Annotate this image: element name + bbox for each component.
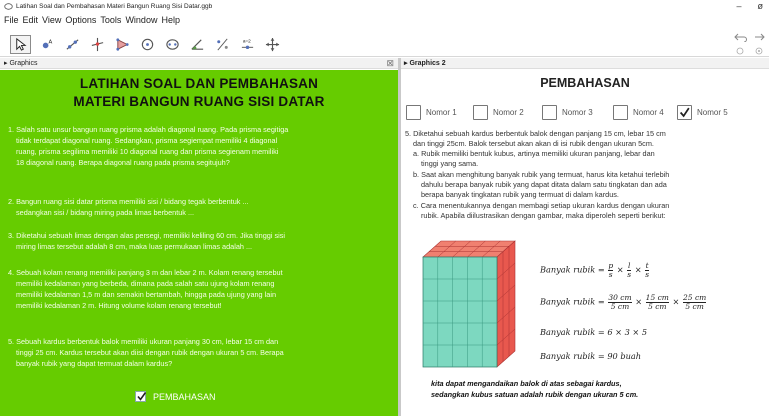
- menu-file[interactable]: File: [4, 13, 19, 27]
- question-5: 5. Sebuah kardus berbentuk balok memilik…: [8, 337, 284, 368]
- solution-title: PEMBAHASAN: [540, 76, 630, 90]
- close-icon[interactable]: ⊠: [386, 58, 394, 69]
- question-1: 1. Salah satu unsur bangun ruang prisma …: [8, 125, 289, 167]
- solution-line: tinggi yang sama.: [421, 159, 479, 168]
- question-3: 3. Diketahui sebuah limas dengan alas pe…: [8, 231, 286, 251]
- solution-line: berapa banyak tingkatan rubik yang termu…: [421, 190, 619, 199]
- checkbox-label: Nomor 1: [426, 108, 457, 117]
- gear-icon[interactable]: [755, 47, 763, 55]
- svg-text:a=2: a=2: [243, 39, 251, 44]
- checkbox-box[interactable]: [473, 105, 488, 120]
- nomor-3-checkbox[interactable]: Nomor 3: [542, 105, 593, 120]
- svg-text:A: A: [48, 40, 52, 46]
- title-bar: Latihan Soal dan Pembahasan Materi Bangu…: [0, 0, 769, 13]
- menu-view[interactable]: View: [42, 13, 61, 27]
- solution-line: b. Saat akan menghitung banyak rubik yan…: [413, 170, 670, 179]
- nomor-2-checkbox[interactable]: Nomor 2: [473, 105, 524, 120]
- checkbox-box[interactable]: [613, 105, 628, 120]
- question-2: 2. Bangun ruang sisi datar prisma memili…: [8, 197, 249, 217]
- menu-bar: File Edit View Options Tools Window Help: [0, 13, 769, 27]
- app-icon: [4, 3, 13, 10]
- conic-tool[interactable]: [162, 35, 183, 54]
- checkbox-label: Nomor 5: [697, 108, 728, 117]
- graphics2-panel-title: Graphics 2: [409, 60, 446, 67]
- nomor-1-checkbox[interactable]: Nomor 1: [406, 105, 457, 120]
- point-icon: A: [42, 40, 52, 49]
- checkbox-box[interactable]: [135, 391, 147, 402]
- menu-help[interactable]: Help: [161, 13, 180, 27]
- maximize-button[interactable]: ø: [758, 0, 764, 13]
- slider-icon: a=2: [241, 39, 254, 49]
- circle-tool[interactable]: [137, 35, 158, 54]
- graphics2-view[interactable]: PEMBAHASAN Nomor 1 Nomor 2 Nomor 3 Nomor…: [401, 70, 769, 416]
- line-tool[interactable]: [62, 35, 83, 54]
- polygon-icon: [116, 38, 129, 51]
- question-4: 4. Sebuah kolam renang memiliki panjang …: [8, 268, 283, 310]
- help-icon[interactable]: [736, 47, 744, 55]
- solution-line: dahulu berapa banyak rubik yang dapat di…: [421, 180, 667, 189]
- menu-options[interactable]: Options: [65, 13, 96, 27]
- line-icon: [66, 39, 79, 50]
- move-arrows-icon: [265, 37, 280, 52]
- exercise-title: LATIHAN SOAL DAN PEMBAHASAN: [79, 76, 319, 91]
- geogebra-window: Latihan Soal dan Pembahasan Materi Bangu…: [0, 0, 769, 416]
- polygon-tool[interactable]: [112, 35, 133, 54]
- exercise-subtitle: MATERI BANGUN RUANG SISI DATAR: [73, 94, 325, 109]
- perpendicular-icon: [91, 37, 104, 52]
- menu-edit[interactable]: Edit: [23, 13, 39, 27]
- reflect-icon: [217, 38, 228, 51]
- graphics-panel-title: Graphics: [9, 60, 38, 67]
- checkbox-label: Nomor 3: [562, 108, 593, 117]
- move-tool[interactable]: [10, 35, 31, 54]
- minimize-button[interactable]: –: [736, 0, 741, 13]
- conclusion-line-1: kita dapat mengandaikan balok di atas se…: [431, 379, 622, 388]
- checkmark-icon: [679, 107, 690, 118]
- solution-line: rubik. Apabila diilustrasikan dengan gam…: [421, 211, 666, 220]
- pembahasan-checkbox[interactable]: PEMBAHASAN: [135, 391, 216, 402]
- graphics-view[interactable]: LATIHAN SOAL DAN PEMBAHASAN MATERI BANGU…: [0, 70, 398, 416]
- checkbox-label: Nomor 2: [493, 108, 524, 117]
- nomor-4-checkbox[interactable]: Nomor 4: [613, 105, 664, 120]
- nomor-5-checkbox[interactable]: Nomor 5: [677, 105, 728, 120]
- redo-icon[interactable]: [752, 32, 765, 42]
- checkbox-box[interactable]: [677, 105, 692, 120]
- conclusion-line-2: sedangkan kubus satuan adalah rubik deng…: [431, 390, 639, 399]
- cursor-icon: [16, 37, 27, 51]
- graphics2-panel-header: ▸ Graphics 2: [400, 58, 769, 69]
- checkmark-icon: [137, 392, 147, 401]
- circle-icon: [141, 38, 154, 51]
- solution-line: c. Cara menentukannya dengan membagi set…: [413, 201, 670, 210]
- graphics-panel-header: ▸ Graphics ⊠: [0, 58, 398, 69]
- angle-icon: [191, 39, 204, 50]
- checkbox-label: PEMBAHASAN: [153, 391, 216, 402]
- box-illustration: [422, 240, 516, 368]
- reflect-tool[interactable]: [212, 35, 233, 54]
- formula-1: Banyak rubik = ps × ls × ts: [540, 261, 650, 279]
- checkbox-label: Nomor 4: [633, 108, 664, 117]
- point-tool[interactable]: A: [37, 35, 58, 54]
- window-title: Latihan Soal dan Pembahasan Materi Bangu…: [16, 3, 213, 10]
- solution-line: a. Rubik memiliki bentuk kubus, artinya …: [413, 149, 655, 158]
- formula-4: Banyak rubik = 90 buah: [540, 351, 642, 361]
- menu-window[interactable]: Window: [125, 13, 157, 27]
- undo-icon[interactable]: [734, 32, 747, 42]
- solution-line: dan tinggi 25cm. Balok tersebut akan aka…: [413, 139, 654, 148]
- perpendicular-tool[interactable]: [87, 35, 108, 54]
- formula-2: Banyak rubik = 30 cm 5 cm × 15 cm 5 cm × 2…: [540, 293, 707, 311]
- ellipse-icon: [166, 39, 179, 50]
- formula-3: Banyak rubik = 6 × 3 × 5: [540, 327, 648, 337]
- checkbox-box[interactable]: [542, 105, 557, 120]
- move-view-tool[interactable]: [262, 35, 283, 54]
- menu-tools[interactable]: Tools: [100, 13, 121, 27]
- toolbar: A a=2: [0, 28, 769, 57]
- solution-line: 5. Diketahui sebuah kardus berbentuk bal…: [405, 129, 666, 138]
- slider-tool[interactable]: a=2: [237, 35, 258, 54]
- checkbox-box[interactable]: [406, 105, 421, 120]
- angle-tool[interactable]: [187, 35, 208, 54]
